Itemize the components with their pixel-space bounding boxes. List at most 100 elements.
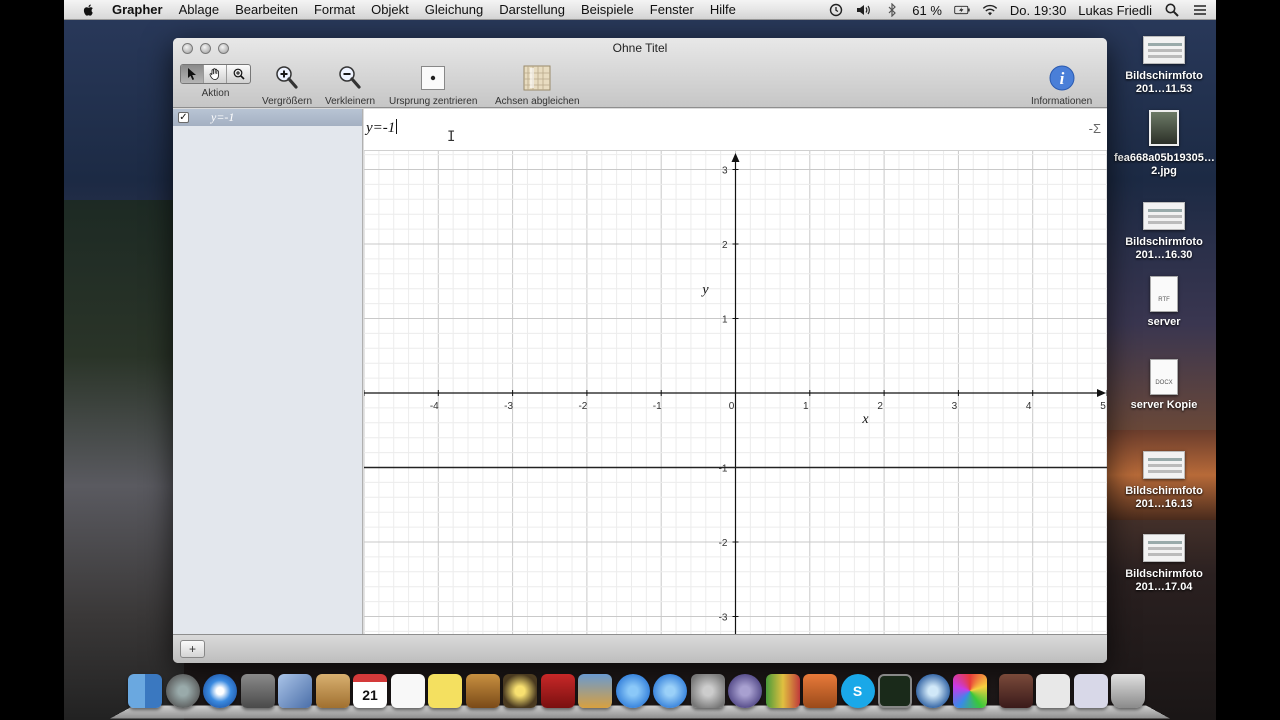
reminders-icon[interactable] bbox=[390, 674, 425, 708]
desktop-icon-screenshot-4[interactable]: Bildschirmfoto 201…17.04 bbox=[1114, 534, 1214, 594]
desktop-icon-photo[interactable]: fea668a05b19305…2.jpg bbox=[1114, 110, 1215, 178]
trash-icon[interactable] bbox=[1111, 674, 1145, 708]
folder-icon[interactable] bbox=[998, 674, 1033, 708]
equation-palette-button[interactable]: -Σ bbox=[1089, 121, 1101, 136]
document-type-badge: DOCX bbox=[1155, 380, 1173, 386]
menu-beispiele[interactable]: Beispiele bbox=[581, 2, 634, 17]
battery-percent[interactable]: 61 % bbox=[912, 3, 942, 18]
menu-clock[interactable]: Do. 19:30 bbox=[1010, 3, 1066, 18]
screenshot-thumbnail-icon bbox=[1143, 451, 1185, 479]
photo-booth-icon[interactable] bbox=[540, 674, 575, 708]
preview-icon[interactable] bbox=[278, 674, 312, 708]
equation-editor[interactable]: y=-1 I -Σ bbox=[364, 109, 1107, 151]
notification-list-icon[interactable] bbox=[1192, 2, 1208, 18]
imovie-star-icon[interactable] bbox=[503, 674, 537, 708]
app-store-icon[interactable] bbox=[653, 674, 687, 708]
equation-visible-checkbox[interactable]: ✓ bbox=[178, 112, 189, 123]
center-origin-icon bbox=[419, 64, 447, 92]
action-segmented-control[interactable] bbox=[180, 64, 251, 84]
menu-bearbeiten[interactable]: Bearbeiten bbox=[235, 2, 298, 17]
y-tick-label: 3 bbox=[722, 166, 728, 177]
system-preferences-icon[interactable] bbox=[690, 674, 725, 708]
window-title: Ohne Titel bbox=[612, 41, 668, 55]
menu-gleichung[interactable]: Gleichung bbox=[425, 2, 484, 17]
quicktime-icon[interactable] bbox=[915, 674, 950, 708]
center-origin-button[interactable]: Ursprung zentrieren bbox=[389, 64, 477, 107]
desktop-icon-screenshot-3[interactable]: Bildschirmfoto 201…16.13 bbox=[1114, 451, 1214, 511]
grapher-icon[interactable] bbox=[728, 674, 762, 708]
dock-icons: 21 S bbox=[128, 674, 1145, 708]
address-book-icon[interactable] bbox=[315, 674, 350, 708]
equation-list-row[interactable]: ✓ y=-1 bbox=[173, 109, 362, 126]
bluetooth-icon[interactable] bbox=[884, 2, 900, 18]
x-tick-label: -5 bbox=[364, 401, 365, 412]
desktop-icon-screenshot-2[interactable]: Bildschirmfoto 201…16.30 bbox=[1114, 202, 1214, 262]
volume-icon[interactable] bbox=[856, 2, 872, 18]
x-tick-label: 5 bbox=[1100, 401, 1106, 412]
iphoto-icon[interactable] bbox=[578, 674, 612, 708]
document-type-badge: RTF bbox=[1158, 297, 1170, 303]
equation-text: y=-1 bbox=[366, 120, 396, 136]
information-button[interactable]: i Informationen bbox=[1031, 64, 1092, 107]
finder-icon[interactable] bbox=[128, 674, 162, 708]
menu-objekt[interactable]: Objekt bbox=[371, 2, 409, 17]
menu-darstellung[interactable]: Darstellung bbox=[499, 2, 565, 17]
desktop-icon-label: Bildschirmfoto 201…17.04 bbox=[1125, 568, 1203, 593]
activity-monitor-icon[interactable] bbox=[878, 674, 912, 708]
action-label: Aktion bbox=[201, 88, 230, 99]
zoom-out-label: Verkleinern bbox=[325, 96, 376, 107]
y-tick-label: -2 bbox=[719, 538, 728, 549]
menu-extras: 61 % Do. 19:30 Lukas Friedli bbox=[828, 0, 1208, 20]
mail-stamps-icon[interactable] bbox=[240, 674, 275, 708]
equalize-axes-label: Achsen abgleichen bbox=[495, 96, 580, 107]
menu-ablage[interactable]: Ablage bbox=[179, 2, 219, 17]
add-equation-button[interactable]: + bbox=[180, 640, 205, 658]
skype-icon[interactable]: S bbox=[840, 674, 875, 708]
wifi-icon[interactable] bbox=[982, 2, 998, 18]
window-toolbar: Ohne Titel Aktion Vergrößern Verkleinern… bbox=[173, 38, 1107, 108]
ruler-grid-icon bbox=[523, 64, 551, 92]
rtf-document-icon: RTF bbox=[1150, 276, 1178, 312]
graph-canvas[interactable]: -5 -4 -3 -2 -1 0 1 2 3 4 5 3 2 1 -1 -2 -3 x y bbox=[364, 151, 1107, 634]
keynote-icon[interactable] bbox=[803, 674, 837, 708]
pointer-tool-icon[interactable] bbox=[181, 65, 204, 83]
svg-text:i: i bbox=[1059, 69, 1064, 88]
desktop-screen: Grapher Ablage Bearbeiten Format Objekt … bbox=[64, 0, 1216, 720]
downloads-icon[interactable] bbox=[1073, 674, 1108, 708]
time-machine-icon[interactable] bbox=[828, 2, 844, 18]
zoom-out-button[interactable]: Verkleinern bbox=[325, 64, 375, 107]
menu-user[interactable]: Lukas Friedli bbox=[1078, 3, 1152, 18]
stickies-icon[interactable] bbox=[428, 674, 462, 708]
ical-icon[interactable]: 21 bbox=[353, 674, 387, 708]
battery-icon[interactable] bbox=[954, 2, 970, 18]
x-axis-arrow bbox=[1097, 389, 1106, 397]
menu-fenster[interactable]: Fenster bbox=[650, 2, 694, 17]
desktop-icon-server-kopie[interactable]: DOCX server Kopie bbox=[1114, 359, 1214, 412]
hand-tool-icon[interactable] bbox=[204, 65, 227, 83]
colorsync-icon[interactable] bbox=[953, 674, 987, 708]
graph-plot[interactable]: -5 -4 -3 -2 -1 0 1 2 3 4 5 3 2 1 -1 -2 -3 x y bbox=[364, 151, 1107, 634]
itunes-icon[interactable] bbox=[615, 674, 650, 708]
spotlight-search-icon[interactable] bbox=[1164, 2, 1180, 18]
apple-menu-icon[interactable] bbox=[82, 3, 96, 17]
desktop-icon-server[interactable]: RTF server bbox=[1114, 276, 1214, 329]
magnify-tool-icon[interactable] bbox=[227, 65, 250, 83]
x-tick-label: -3 bbox=[504, 401, 513, 412]
equation-input[interactable]: y=-1 bbox=[366, 119, 398, 137]
equalize-axes-button[interactable]: Achsen abgleichen bbox=[495, 64, 580, 107]
launchpad-icon[interactable] bbox=[165, 674, 200, 708]
menu-app-grapher[interactable]: Grapher bbox=[112, 2, 163, 17]
desktop-icon-label: Bildschirmfoto 201…16.30 bbox=[1125, 236, 1203, 261]
sidebar-equation-label: y=-1 bbox=[211, 110, 235, 124]
zoom-in-button[interactable]: Vergrößern bbox=[262, 64, 312, 107]
y-tick-label: 2 bbox=[722, 240, 728, 251]
numbers-icon[interactable] bbox=[765, 674, 800, 708]
documents-icon[interactable] bbox=[1036, 674, 1070, 708]
window-bottom-bar: + bbox=[173, 634, 1107, 663]
x-axis-label: x bbox=[861, 412, 869, 427]
menu-format[interactable]: Format bbox=[314, 2, 355, 17]
desktop-icon-screenshot-1[interactable]: Bildschirmfoto 201…11.53 bbox=[1114, 36, 1214, 96]
menu-hilfe[interactable]: Hilfe bbox=[710, 2, 736, 17]
garageband-icon[interactable] bbox=[465, 674, 500, 708]
safari-icon[interactable] bbox=[203, 674, 237, 708]
